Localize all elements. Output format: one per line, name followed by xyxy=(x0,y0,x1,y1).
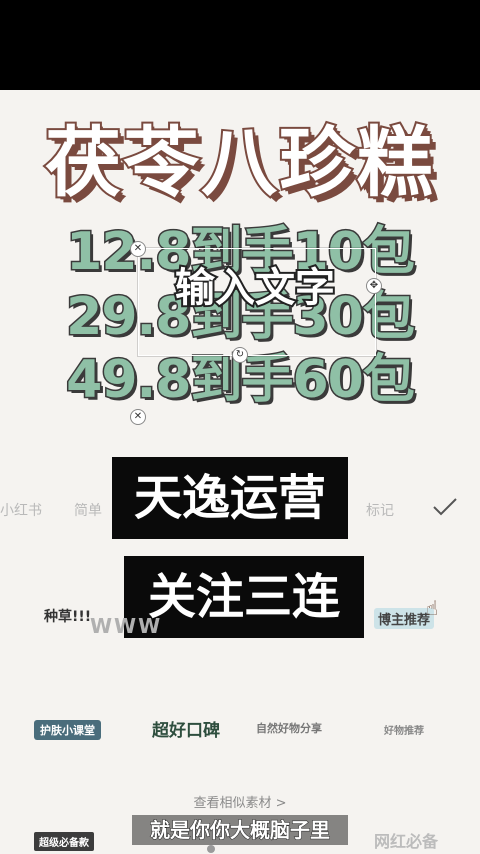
sticker-zhongcao[interactable]: 种草!!! xyxy=(44,606,91,626)
close-handle-icon[interactable]: ✕ xyxy=(130,241,146,257)
sticker-bozhu[interactable]: 博主推荐 xyxy=(374,608,435,629)
top-black-bar xyxy=(0,0,480,90)
tab-xiaohongshu[interactable]: 小红书 xyxy=(0,500,42,520)
sticker-haowu[interactable]: 好物推荐 xyxy=(384,722,424,737)
tab-mark[interactable]: 标记 xyxy=(366,500,394,520)
tab-simple[interactable]: 简单 xyxy=(74,500,102,520)
headline-title: 茯苓八珍糕 xyxy=(43,116,435,209)
view-similar-link[interactable]: 查看相似素材 > xyxy=(0,792,480,811)
delete-handle-icon[interactable]: ✕ xyxy=(130,409,146,425)
subtitle-caption: 就是你你大概脑子里 xyxy=(132,815,348,845)
rotate-handle-icon[interactable]: ↻ xyxy=(232,347,248,363)
position-dot-icon xyxy=(207,845,215,853)
text-box-placeholder[interactable]: 输入文字 xyxy=(140,258,370,318)
sticker-wanghong[interactable]: 网红必备 xyxy=(374,828,438,852)
sticker-bibei[interactable]: 超级必备款 xyxy=(34,832,94,851)
text-sticker-tianyi[interactable]: 天逸运营 xyxy=(112,457,348,539)
sticker-chaohao[interactable]: 超好口碑 xyxy=(152,716,220,741)
confirm-check-icon[interactable] xyxy=(432,496,458,518)
thumbs-hand-icon: ☝ xyxy=(426,596,439,620)
sticker-hufu[interactable]: 护肤小课堂 xyxy=(34,720,101,740)
sticker-ziran[interactable]: 自然好物分享 xyxy=(256,720,322,736)
sticker-www[interactable]: WWW xyxy=(90,614,162,638)
move-handle-icon[interactable]: ✥ xyxy=(366,278,382,294)
